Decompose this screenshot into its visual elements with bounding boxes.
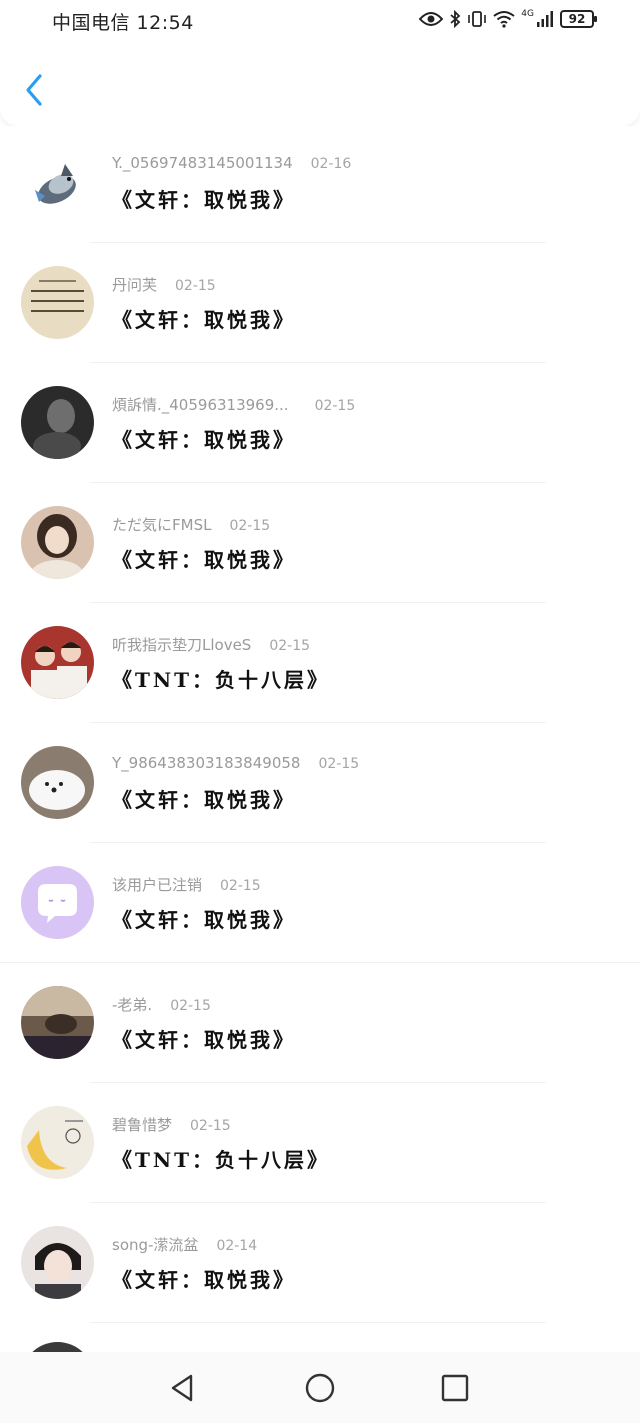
user-name[interactable]: 煩訴情._40596313969... — [112, 394, 289, 415]
user-name[interactable]: 该用户已注销 — [112, 874, 202, 895]
divider — [90, 482, 546, 483]
item-meta: 碧鲁惜梦 02-15 — [112, 1114, 231, 1135]
item-title[interactable]: 《文轩：取悦我》 — [112, 424, 296, 453]
item-title[interactable]: 《文轩：取悦我》 — [112, 784, 296, 813]
list-item[interactable]: 煩訴情._40596313969... 02-15 《文轩：取悦我》 — [0, 366, 640, 486]
item-meta: 听我指示垫刀LloveS 02-15 — [112, 634, 310, 655]
status-bar: 中国电信 12:54 4G 92 — [0, 0, 640, 42]
avatar[interactable] — [21, 626, 94, 699]
item-date: 02-15 — [170, 998, 211, 1014]
list-item[interactable]: 听我指示垫刀LloveS 02-15 《TNT：负十八层》 — [0, 606, 640, 726]
divider — [0, 962, 640, 963]
avatar[interactable] — [21, 1226, 94, 1299]
deleted-user-avatar-icon[interactable] — [21, 866, 94, 939]
item-title[interactable]: 《文轩：取悦我》 — [112, 1264, 296, 1293]
item-date: 02-15 — [175, 278, 216, 294]
avatar[interactable] — [21, 1106, 94, 1179]
list-item[interactable]: 丹问芙 02-15 《文轩：取悦我》 — [0, 246, 640, 366]
item-date: 02-15 — [229, 518, 271, 534]
divider — [90, 722, 546, 723]
battery-icon: 92 — [560, 10, 597, 28]
item-title[interactable]: 《文轩：取悦我》 — [112, 544, 296, 573]
bluetooth-icon — [450, 10, 461, 28]
system-nav-bar — [0, 1352, 640, 1423]
avatar[interactable] — [21, 266, 94, 339]
list-item[interactable]: -老弟. 02-15 《文轩：取悦我》 — [0, 966, 640, 1086]
avatar[interactable] — [21, 986, 94, 1059]
divider — [90, 842, 546, 843]
user-name[interactable]: Y._0569748314500113​4 — [112, 154, 293, 172]
vibrate-icon — [468, 11, 487, 27]
avatar[interactable] — [21, 386, 94, 459]
item-title[interactable]: 《文轩：取悦我》 — [112, 304, 296, 333]
home-circle-icon[interactable] — [302, 1370, 338, 1406]
user-name[interactable]: ただ気にFMSL — [112, 514, 211, 535]
item-meta: 煩訴情._40596313969... 02-15 — [112, 394, 355, 415]
item-meta: ただ気にFMSL 02-15 — [112, 514, 270, 535]
avatar[interactable] — [21, 746, 94, 819]
avatar[interactable] — [21, 1342, 94, 1352]
top-header: 中国电信 12:54 4G 92 — [0, 0, 640, 126]
item-title[interactable]: 《文轩：取悦我》 — [112, 1024, 296, 1053]
avatar[interactable] — [21, 506, 94, 579]
user-name[interactable]: Y_986438303183849058 — [112, 754, 300, 772]
back-triangle-icon[interactable] — [165, 1370, 201, 1406]
signal-icon — [537, 11, 553, 27]
divider — [90, 1082, 546, 1083]
item-meta: Y_986438303183849058 02-15 — [112, 754, 359, 772]
carrier-time: 中国电信 12:54 — [52, 12, 194, 34]
list-item[interactable]: song-潆流盆 02-14 《文轩：取悦我》 — [0, 1206, 640, 1326]
item-title[interactable]: 《文轩：取悦我》 — [112, 904, 296, 933]
recents-square-icon[interactable] — [437, 1370, 473, 1406]
eye-icon — [419, 12, 444, 26]
avatar[interactable] — [21, 146, 94, 219]
item-meta: Y._0569748314500113​4 02-16 — [112, 154, 351, 172]
item-title[interactable]: 《TNT：负十八层》 — [112, 1144, 330, 1173]
list-item[interactable]: 该用户已注销 02-15 《文轩：取悦我》 — [0, 846, 640, 966]
message-list: Y._0569748314500113​4 02-16 《文轩：取悦我》 丹问芙 0… — [0, 126, 640, 1352]
list-item[interactable]: 碧鲁惜梦 02-15 《TNT：负十八层》 — [0, 1086, 640, 1206]
item-meta: 该用户已注销 02-15 — [112, 874, 261, 895]
list-item[interactable]: ただ気にFMSL 02-15 《文轩：取悦我》 — [0, 486, 640, 606]
list-item[interactable]: Y._0569748314500113​4 02-16 《文轩：取悦我》 — [0, 126, 640, 246]
item-title[interactable]: 《文轩：取悦我》 — [112, 184, 296, 213]
divider — [90, 362, 546, 363]
divider — [90, 602, 546, 603]
list-item[interactable]: Y_986438303183849058 02-15 《文轩：取悦我》 — [0, 726, 640, 846]
wifi-icon — [493, 11, 515, 28]
item-meta: song-潆流盆 02-14 — [112, 1234, 257, 1255]
back-arrow-icon[interactable] — [18, 70, 52, 110]
item-date: 02-14 — [216, 1238, 258, 1254]
network-type: 4G — [521, 9, 534, 19]
divider — [90, 242, 546, 243]
item-date: 02-15 — [314, 398, 356, 414]
item-date: 02-15 — [269, 638, 311, 654]
user-name[interactable]: song-潆流盆 — [112, 1234, 198, 1255]
user-name[interactable]: 丹问芙 — [112, 274, 157, 295]
item-meta: 丹问芙 02-15 — [112, 274, 216, 295]
divider — [90, 1322, 546, 1323]
item-date: 02-15 — [318, 756, 360, 772]
item-meta: -老弟. 02-15 — [112, 994, 211, 1015]
status-icons: 4G 92 — [419, 9, 597, 28]
user-name[interactable]: -老弟. — [112, 994, 152, 1015]
item-title[interactable]: 《TNT：负十八层》 — [112, 664, 330, 693]
user-name[interactable]: 听我指示垫刀LloveS — [112, 634, 251, 655]
item-date: 02-16 — [310, 156, 352, 172]
divider — [90, 1202, 546, 1203]
list-item[interactable] — [0, 1326, 640, 1352]
item-date: 02-15 — [220, 878, 261, 894]
item-date: 02-15 — [190, 1118, 231, 1134]
user-name[interactable]: 碧鲁惜梦 — [112, 1114, 172, 1135]
